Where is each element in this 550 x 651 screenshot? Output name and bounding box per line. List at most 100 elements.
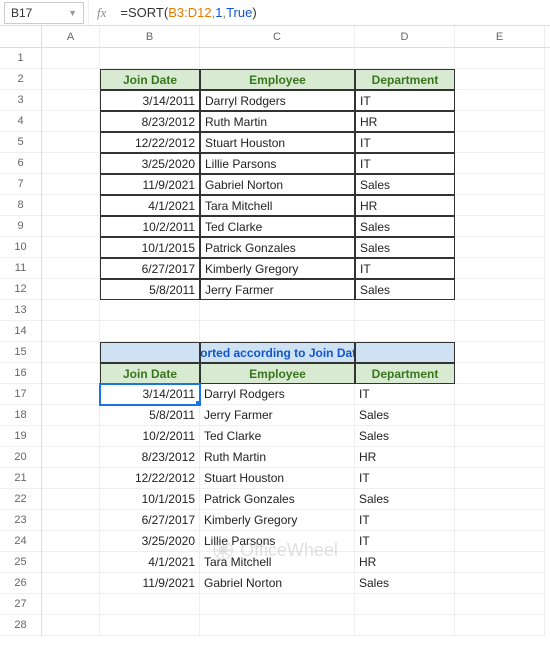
- cell-E8[interactable]: [455, 195, 545, 216]
- cell-A3[interactable]: [42, 90, 100, 111]
- cell-E6[interactable]: [455, 153, 545, 174]
- cell-B27[interactable]: [100, 594, 200, 615]
- cell-E3[interactable]: [455, 90, 545, 111]
- col-header-B[interactable]: B: [100, 26, 200, 47]
- row-header[interactable]: 10: [0, 237, 42, 258]
- cell-D9[interactable]: Sales: [355, 216, 455, 237]
- cell-B19[interactable]: 10/2/2011: [100, 426, 200, 447]
- cell-D26[interactable]: Sales: [355, 573, 455, 594]
- cell-A6[interactable]: [42, 153, 100, 174]
- cell-B10[interactable]: 10/1/2015: [100, 237, 200, 258]
- cell-C6[interactable]: Lillie Parsons: [200, 153, 355, 174]
- cell-B9[interactable]: 10/2/2011: [100, 216, 200, 237]
- cell-C14[interactable]: [200, 321, 355, 342]
- cell-D16[interactable]: Department: [355, 363, 455, 384]
- cell-A9[interactable]: [42, 216, 100, 237]
- cell-E25[interactable]: [455, 552, 545, 573]
- cell-E17[interactable]: [455, 384, 545, 405]
- cell-C3[interactable]: Darryl Rodgers: [200, 90, 355, 111]
- cell-C12[interactable]: Jerry Farmer: [200, 279, 355, 300]
- cell-C2[interactable]: Employee: [200, 69, 355, 90]
- row-header[interactable]: 9: [0, 216, 42, 237]
- cell-A17[interactable]: [42, 384, 100, 405]
- cell-B25[interactable]: 4/1/2021: [100, 552, 200, 573]
- cell-B13[interactable]: [100, 300, 200, 321]
- formula-input[interactable]: =SORT(B3:D12,1,True): [114, 0, 550, 25]
- cell-D15[interactable]: [355, 342, 455, 363]
- cell-C9[interactable]: Ted Clarke: [200, 216, 355, 237]
- cell-D3[interactable]: IT: [355, 90, 455, 111]
- cell-C28[interactable]: [200, 615, 355, 636]
- cell-C25[interactable]: Tara Mitchell: [200, 552, 355, 573]
- cell-A20[interactable]: [42, 447, 100, 468]
- cell-A12[interactable]: [42, 279, 100, 300]
- cell-E12[interactable]: [455, 279, 545, 300]
- cell-D23[interactable]: IT: [355, 510, 455, 531]
- row-header[interactable]: 1: [0, 48, 42, 69]
- row-header[interactable]: 23: [0, 510, 42, 531]
- cell-A10[interactable]: [42, 237, 100, 258]
- cell-B7[interactable]: 11/9/2021: [100, 174, 200, 195]
- cell-E26[interactable]: [455, 573, 545, 594]
- cell-E11[interactable]: [455, 258, 545, 279]
- cell-E1[interactable]: [455, 48, 545, 69]
- cell-D8[interactable]: HR: [355, 195, 455, 216]
- cell-D5[interactable]: IT: [355, 132, 455, 153]
- cell-E5[interactable]: [455, 132, 545, 153]
- cell-C19[interactable]: Ted Clarke: [200, 426, 355, 447]
- cell-C11[interactable]: Kimberly Gregory: [200, 258, 355, 279]
- row-header[interactable]: 24: [0, 531, 42, 552]
- cell-D11[interactable]: IT: [355, 258, 455, 279]
- cell-A22[interactable]: [42, 489, 100, 510]
- cell-E16[interactable]: [455, 363, 545, 384]
- cell-A27[interactable]: [42, 594, 100, 615]
- cell-D27[interactable]: [355, 594, 455, 615]
- cell-A13[interactable]: [42, 300, 100, 321]
- cell-A23[interactable]: [42, 510, 100, 531]
- row-header[interactable]: 26: [0, 573, 42, 594]
- cell-A4[interactable]: [42, 111, 100, 132]
- row-header[interactable]: 20: [0, 447, 42, 468]
- cell-E20[interactable]: [455, 447, 545, 468]
- row-header[interactable]: 19: [0, 426, 42, 447]
- cell-A18[interactable]: [42, 405, 100, 426]
- cell-D25[interactable]: HR: [355, 552, 455, 573]
- cell-E10[interactable]: [455, 237, 545, 258]
- row-header[interactable]: 28: [0, 615, 42, 636]
- cell-B28[interactable]: [100, 615, 200, 636]
- cell-B20[interactable]: 8/23/2012: [100, 447, 200, 468]
- row-header[interactable]: 4: [0, 111, 42, 132]
- name-box[interactable]: B17 ▼: [4, 2, 84, 24]
- row-header[interactable]: 22: [0, 489, 42, 510]
- cell-B17[interactable]: 3/14/2011: [100, 384, 200, 405]
- cell-D14[interactable]: [355, 321, 455, 342]
- row-header[interactable]: 15: [0, 342, 42, 363]
- cell-C18[interactable]: Jerry Farmer: [200, 405, 355, 426]
- cell-C23[interactable]: Kimberly Gregory: [200, 510, 355, 531]
- cell-E22[interactable]: [455, 489, 545, 510]
- cell-E13[interactable]: [455, 300, 545, 321]
- cell-B1[interactable]: [100, 48, 200, 69]
- cell-B5[interactable]: 12/22/2012: [100, 132, 200, 153]
- cell-E24[interactable]: [455, 531, 545, 552]
- col-header-C[interactable]: C: [200, 26, 355, 47]
- cell-A14[interactable]: [42, 321, 100, 342]
- cell-C27[interactable]: [200, 594, 355, 615]
- cell-C17[interactable]: Darryl Rodgers: [200, 384, 355, 405]
- cell-B16[interactable]: Join Date: [100, 363, 200, 384]
- row-header[interactable]: 17: [0, 384, 42, 405]
- cell-B8[interactable]: 4/1/2021: [100, 195, 200, 216]
- cell-A28[interactable]: [42, 615, 100, 636]
- cell-C26[interactable]: Gabriel Norton: [200, 573, 355, 594]
- row-header[interactable]: 3: [0, 90, 42, 111]
- fx-icon[interactable]: fx: [88, 0, 114, 25]
- cell-A1[interactable]: [42, 48, 100, 69]
- col-header-A[interactable]: A: [42, 26, 100, 47]
- row-header[interactable]: 13: [0, 300, 42, 321]
- cell-E9[interactable]: [455, 216, 545, 237]
- cell-A11[interactable]: [42, 258, 100, 279]
- cell-D2[interactable]: Department: [355, 69, 455, 90]
- row-header[interactable]: 8: [0, 195, 42, 216]
- fill-handle[interactable]: [196, 401, 200, 405]
- cell-A8[interactable]: [42, 195, 100, 216]
